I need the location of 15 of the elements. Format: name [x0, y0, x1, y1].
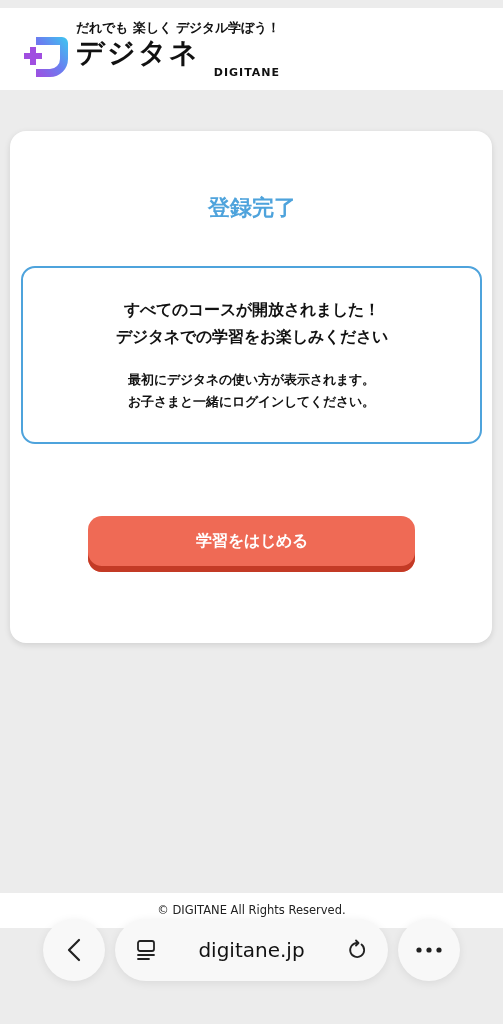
page-title: 登録完了 — [207, 194, 296, 222]
message-line: デジタネでの学習をお楽しみください — [115, 327, 388, 348]
note-line: お子さまと一緒にログインしてください。 — [128, 393, 375, 411]
tagline: だれでも 楽しく デジタル学ぼう！ — [76, 19, 281, 36]
more-icon — [416, 947, 442, 953]
note-line: 最初にデジタネの使い方が表示されます。 — [128, 371, 375, 389]
copyright: © DIGITANE All Rights Reserved. — [157, 903, 346, 919]
reload-icon — [346, 939, 368, 961]
url-text: digitane.jp — [198, 938, 305, 962]
tabs-icon — [135, 939, 157, 961]
address-bar[interactable]: digitane.jp — [115, 919, 388, 981]
logo-subtext: DIGITANE — [213, 65, 281, 79]
logo-text: デジタネ — [76, 35, 201, 70]
message-line: すべてのコースが開放されました！ — [123, 300, 380, 321]
back-icon — [67, 938, 81, 962]
